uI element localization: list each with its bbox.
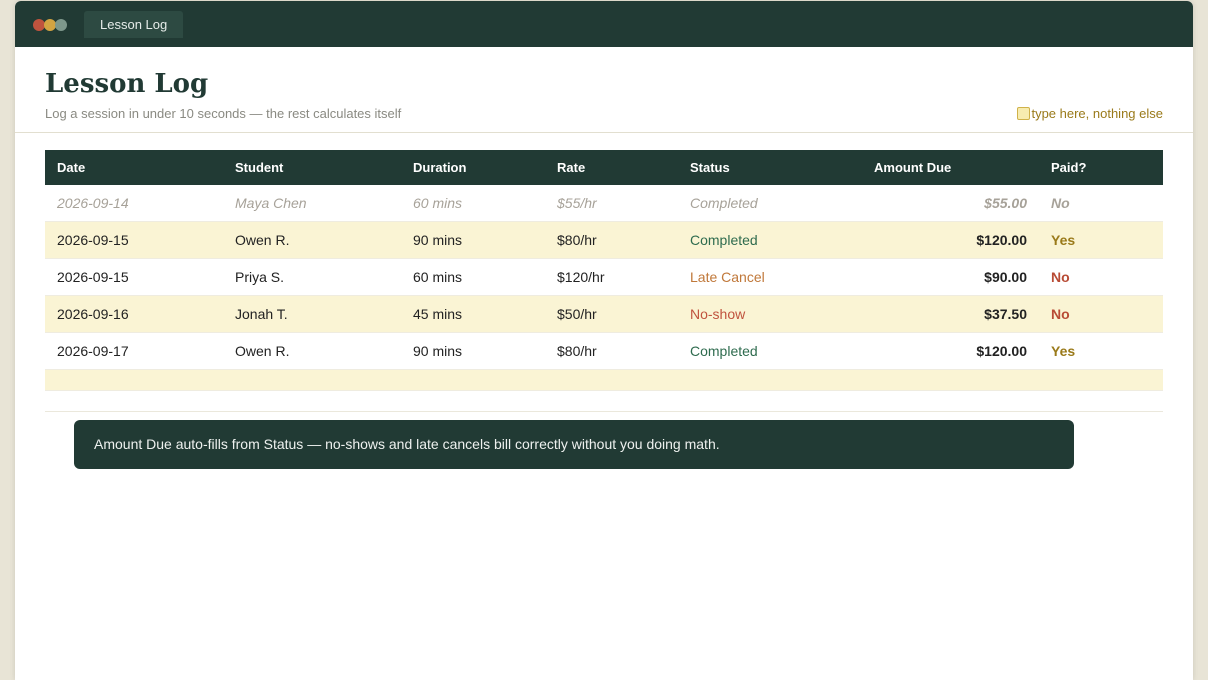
cell-paid[interactable]: Yes [1039, 221, 1163, 259]
window-controls [33, 19, 67, 31]
cell-status[interactable]: Late Cancel [678, 258, 862, 296]
cell-date[interactable]: 2026-09-15 [45, 221, 223, 259]
cell-rate[interactable]: $120/hr [545, 258, 678, 296]
table-row: 2026-09-16 Jonah T. 45 mins $50/hr No-sh… [45, 295, 1163, 333]
cell-rate[interactable]: $80/hr [545, 332, 678, 370]
column-header-rate[interactable]: Rate [545, 150, 678, 185]
input-legend: type here, nothing else [1017, 106, 1163, 121]
cell-student[interactable]: Maya Chen [223, 185, 401, 222]
table-row-new-entry[interactable] [45, 369, 1163, 391]
info-callout: Amount Due auto-fills from Status — no-s… [74, 420, 1074, 469]
cell-amount-due: $55.00 [862, 185, 1039, 222]
cell-amount-due: $120.00 [862, 332, 1039, 370]
cell-date[interactable]: 2026-09-17 [45, 332, 223, 370]
cell-paid[interactable]: Yes [1039, 332, 1163, 370]
cell-status[interactable]: Completed [678, 221, 862, 259]
maximize-window-icon[interactable] [55, 19, 67, 31]
column-header-amount-due[interactable]: Amount Due [862, 150, 1039, 185]
table-row: 2026-09-17 Owen R. 90 mins $80/hr Comple… [45, 332, 1163, 370]
cell-student[interactable]: Jonah T. [223, 295, 401, 333]
cell-amount-due: $37.50 [862, 295, 1039, 333]
table-row-example: 2026-09-14 Maya Chen 60 mins $55/hr Comp… [45, 185, 1163, 222]
cell-duration[interactable]: 90 mins [401, 221, 545, 259]
new-entry-cell[interactable] [45, 369, 1163, 391]
column-header-paid[interactable]: Paid? [1039, 150, 1163, 185]
cell-date[interactable]: 2026-09-16 [45, 295, 223, 333]
page-header: Lesson Log Log a session in under 10 sec… [15, 47, 1193, 133]
cell-paid[interactable]: No [1039, 258, 1163, 296]
cell-duration[interactable]: 60 mins [401, 185, 545, 222]
cell-student[interactable]: Owen R. [223, 221, 401, 259]
cell-student[interactable]: Owen R. [223, 332, 401, 370]
tab-lesson-log[interactable]: Lesson Log [84, 11, 184, 38]
page-subtitle: Log a session in under 10 seconds — the … [45, 106, 402, 121]
table-row: 2026-09-15 Owen R. 90 mins $80/hr Comple… [45, 221, 1163, 259]
column-header-student[interactable]: Student [223, 150, 401, 185]
app-window: Lesson Log Lesson Log Log a session in u… [15, 1, 1193, 680]
cell-date[interactable]: 2026-09-15 [45, 258, 223, 296]
table-header-row: Date Student Duration Rate Status Amount… [45, 150, 1163, 185]
cell-student[interactable]: Priya S. [223, 258, 401, 296]
cell-duration[interactable]: 90 mins [401, 332, 545, 370]
table-row: 2026-09-15 Priya S. 60 mins $120/hr Late… [45, 258, 1163, 296]
cell-paid[interactable]: No [1039, 295, 1163, 333]
cell-status[interactable]: Completed [678, 185, 862, 222]
cell-date[interactable]: 2026-09-14 [45, 185, 223, 222]
cell-status[interactable]: No-show [678, 295, 862, 333]
column-header-duration[interactable]: Duration [401, 150, 545, 185]
input-legend-label: type here, nothing else [1031, 106, 1163, 121]
cell-duration[interactable]: 45 mins [401, 295, 545, 333]
cell-amount-due: $120.00 [862, 221, 1039, 259]
title-bar: Lesson Log [15, 1, 1193, 47]
cell-status[interactable]: Completed [678, 332, 862, 370]
cell-rate[interactable]: $55/hr [545, 185, 678, 222]
cell-rate[interactable]: $50/hr [545, 295, 678, 333]
cell-rate[interactable]: $80/hr [545, 221, 678, 259]
lesson-table: Date Student Duration Rate Status Amount… [45, 150, 1163, 391]
cell-duration[interactable]: 60 mins [401, 258, 545, 296]
column-header-date[interactable]: Date [45, 150, 223, 185]
input-swatch-icon [1017, 107, 1031, 120]
cell-paid[interactable]: No [1039, 185, 1163, 222]
page-title: Lesson Log [45, 69, 209, 99]
column-header-status[interactable]: Status [678, 150, 862, 185]
section-divider [45, 411, 1163, 412]
cell-amount-due: $90.00 [862, 258, 1039, 296]
